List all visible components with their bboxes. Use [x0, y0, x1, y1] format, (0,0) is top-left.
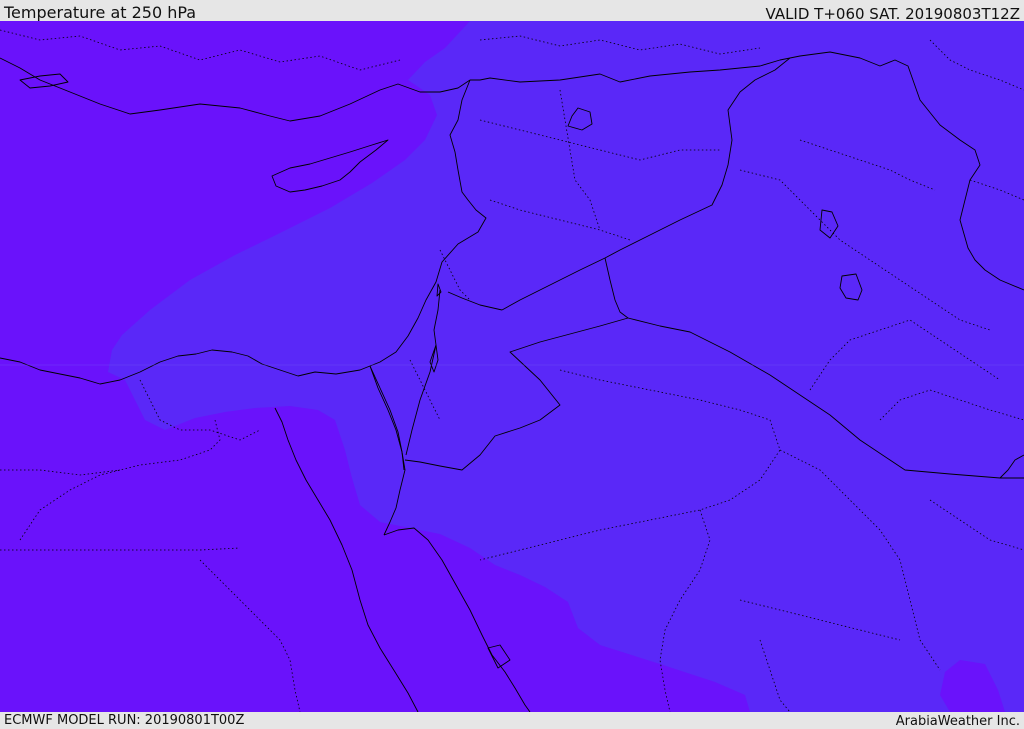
- map-area: [0, 21, 1024, 712]
- map-svg: [0, 21, 1024, 712]
- model-run-label: ECMWF MODEL RUN: 20190801T00Z: [4, 713, 245, 728]
- credit-label: ArabiaWeather Inc.: [895, 714, 1020, 729]
- map-title: Temperature at 250 hPa: [4, 3, 197, 22]
- header-bar: Temperature at 250 hPa VALID T+060 SAT. …: [0, 0, 1024, 23]
- map-frame: Temperature at 250 hPa VALID T+060 SAT. …: [0, 0, 1024, 729]
- footer-bar: ECMWF MODEL RUN: 20190801T00Z ArabiaWeat…: [0, 712, 1024, 729]
